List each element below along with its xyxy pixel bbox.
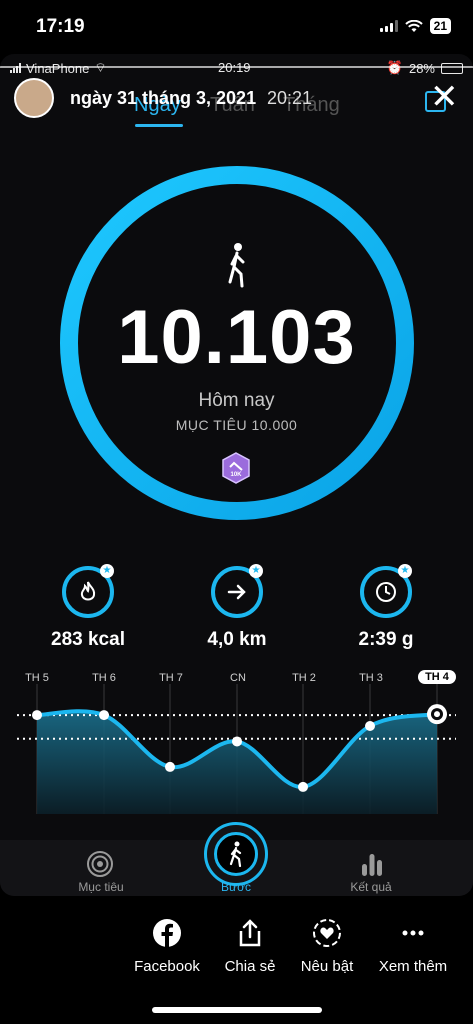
chart-day-label[interactable]: TH 7 xyxy=(151,672,191,684)
more-icon xyxy=(402,930,424,936)
step-count: 10.103 xyxy=(117,295,356,380)
duration-stat[interactable]: ★ xyxy=(360,564,412,618)
steps-screen: VinaPhone ⌔ 20:19 ⏰ 28% Ngày Tuần Tháng … xyxy=(0,54,473,896)
chart-point xyxy=(165,761,175,772)
battery-icon xyxy=(441,62,463,74)
goal-label: MỤC TIÊU 10.000 xyxy=(175,417,298,433)
alarm-icon: ⏰ xyxy=(387,60,403,76)
chart-point xyxy=(32,710,42,721)
chart-day-label[interactable]: TH 5 xyxy=(17,672,57,684)
divider xyxy=(0,66,473,68)
facebook-label: Facebook xyxy=(134,958,200,975)
heart-badge-icon xyxy=(313,919,341,947)
carrier-name: VinaPhone xyxy=(26,60,90,76)
wifi-icon xyxy=(404,19,423,32)
cellular-signal-icon xyxy=(10,63,21,73)
close-icon[interactable]: ✕ xyxy=(430,80,459,114)
avatar[interactable] xyxy=(14,78,54,118)
battery-indicator: 21 xyxy=(429,18,451,34)
steps-week-chart xyxy=(17,684,456,814)
chart-day-label-active[interactable]: TH 4 xyxy=(418,670,456,684)
highlight-button[interactable]: Nêu bật xyxy=(282,918,372,975)
nav-results-label[interactable]: Kết quả xyxy=(326,880,416,894)
chart-point xyxy=(232,736,242,747)
header-time: 20:21 xyxy=(267,88,313,108)
facebook-button[interactable]: Facebook xyxy=(122,918,212,975)
chart-point-highlight-center xyxy=(434,711,440,718)
distance-value: 4,0 km xyxy=(207,629,267,650)
header-date: ngày 31 tháng 3, 2021 xyxy=(70,88,257,108)
facebook-icon xyxy=(153,919,181,947)
star-icon: ★ xyxy=(100,564,114,578)
calories-stat[interactable]: ★ xyxy=(62,564,114,618)
nav-goal-label[interactable]: Mục tiêu xyxy=(56,880,146,894)
badge-label: 10K xyxy=(230,472,242,478)
target-icon[interactable] xyxy=(86,850,114,883)
chart-point xyxy=(298,781,308,792)
walker-icon xyxy=(228,243,245,288)
chart-day-label[interactable]: TH 6 xyxy=(84,672,124,684)
ios-status-time: 17:19 xyxy=(36,16,85,37)
duration-value: 2:39 g xyxy=(358,629,414,650)
chart-day-label[interactable]: TH 2 xyxy=(284,672,324,684)
chart-point xyxy=(365,721,375,731)
home-indicator[interactable] xyxy=(152,1007,322,1013)
cellular-signal-icon xyxy=(379,20,398,32)
wifi-icon: ⌔ xyxy=(94,60,106,76)
battery-percent: 28% xyxy=(408,60,435,76)
distance-stat[interactable]: ★ xyxy=(211,564,263,618)
chart-point xyxy=(99,710,109,721)
more-label: Xem thêm xyxy=(378,958,448,975)
chart-day-label[interactable]: TH 3 xyxy=(351,672,391,684)
chart-day-label[interactable]: CN xyxy=(218,672,258,684)
nav-steps-label[interactable]: Bước xyxy=(191,880,281,894)
highlight-label: Nêu bật xyxy=(300,958,354,975)
more-button[interactable]: Xem thêm xyxy=(368,918,458,975)
10k-badge-icon: 10K xyxy=(222,452,250,484)
tab-underline xyxy=(135,124,183,127)
calories-value: 283 kcal xyxy=(51,629,125,650)
star-icon: ★ xyxy=(398,564,412,578)
nav-steps-button[interactable] xyxy=(204,822,268,886)
walker-icon xyxy=(214,832,258,876)
share-icon xyxy=(239,919,261,947)
today-label: Hôm nay xyxy=(198,390,275,411)
inner-status-bar: VinaPhone ⌔ 20:19 ⏰ 28% xyxy=(0,54,473,82)
star-icon: ★ xyxy=(249,564,263,578)
bar-chart-icon[interactable] xyxy=(360,852,384,881)
ios-status-icons: 21 xyxy=(379,18,451,34)
